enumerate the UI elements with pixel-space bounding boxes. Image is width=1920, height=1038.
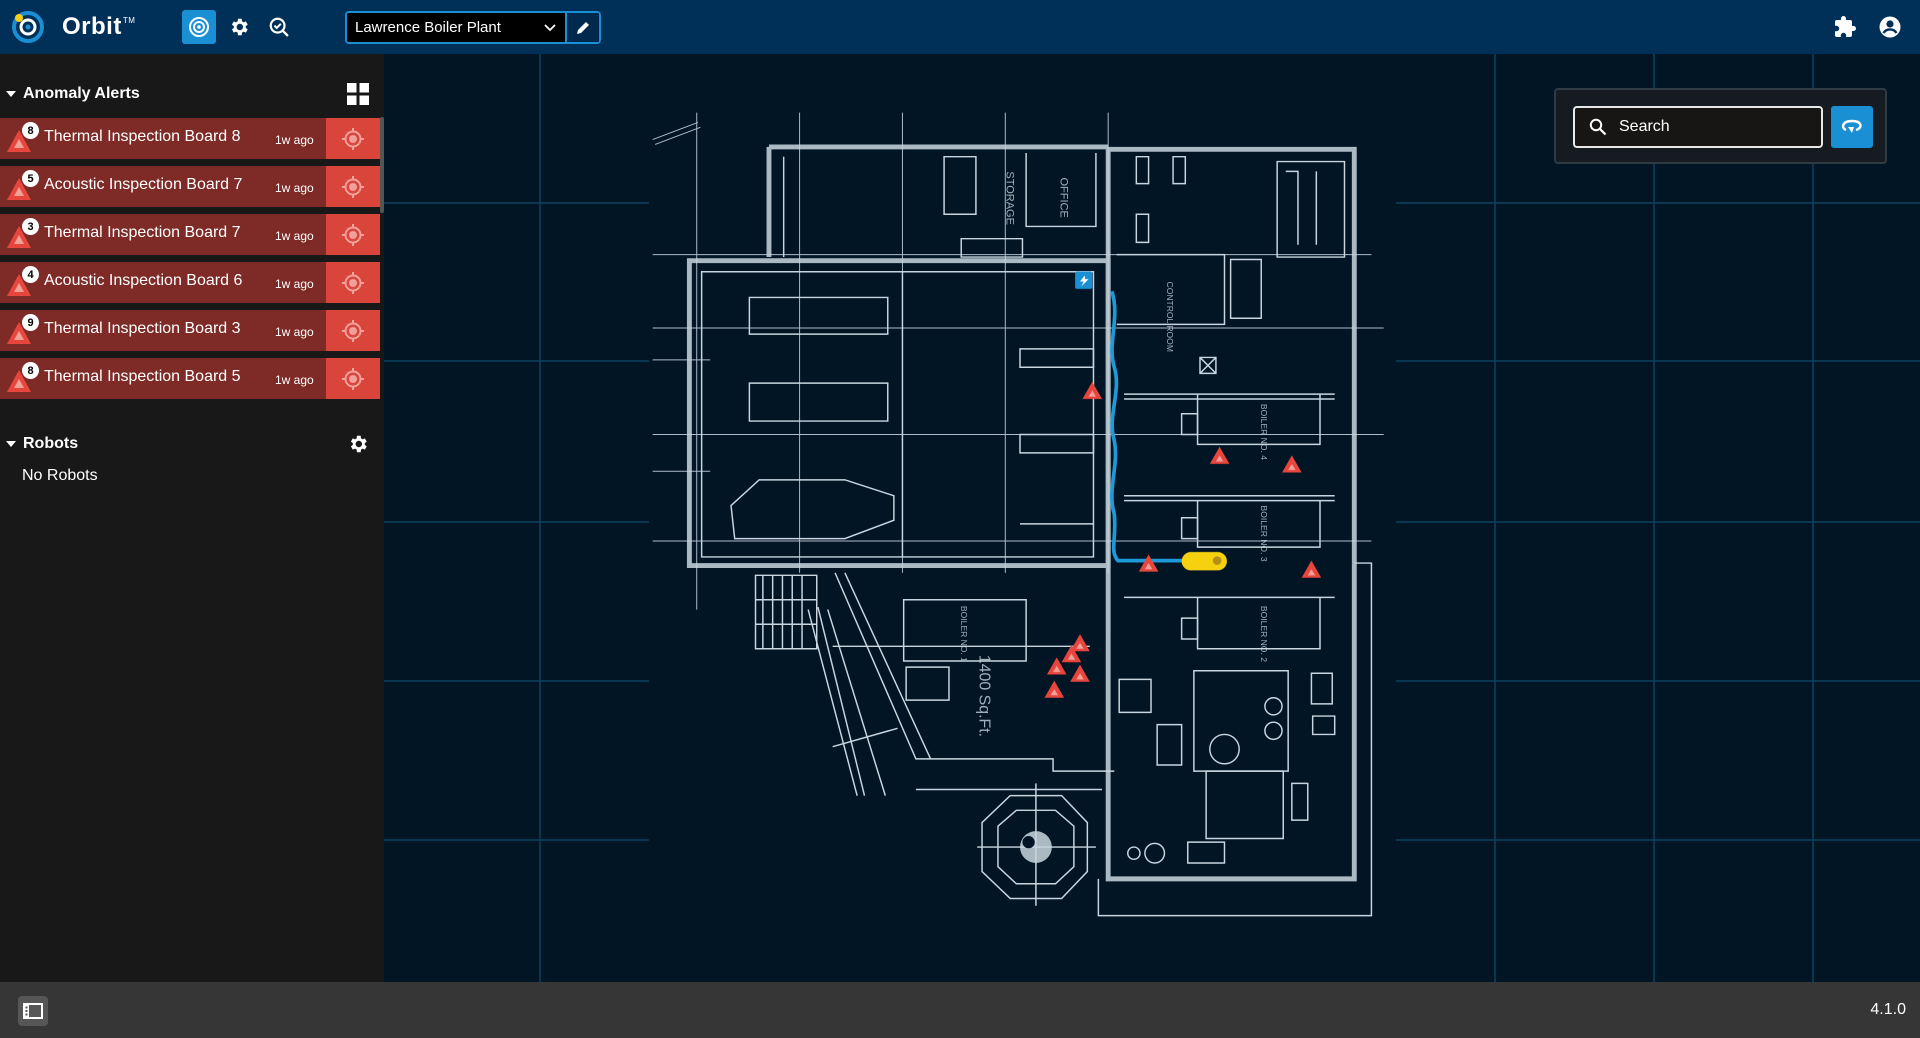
locate-alert-button[interactable] [326, 358, 380, 399]
map-search-panel [1554, 88, 1887, 164]
alert-count-badge: 9 [22, 314, 39, 331]
locate-alert-button[interactable] [326, 262, 380, 303]
alert-time: 1w ago [275, 325, 314, 339]
crosshair-icon [342, 175, 364, 198]
site-select[interactable]: Lawrence Boiler Plant [345, 11, 601, 44]
site-select-value[interactable]: Lawrence Boiler Plant [347, 13, 535, 42]
grid-view-icon [347, 83, 369, 105]
alert-name: Thermal Inspection Board 3 [44, 320, 241, 337]
alert-list-scrollbar[interactable] [380, 117, 384, 213]
alert-count-badge: 3 [22, 218, 39, 235]
puzzle-icon [1835, 16, 1856, 37]
chevron-down-icon[interactable] [535, 13, 565, 42]
map-grid [384, 54, 1920, 982]
orbit-logo-icon [12, 11, 44, 43]
alert-time: 1w ago [275, 181, 314, 195]
alert-count-badge: 4 [22, 266, 39, 283]
alert-time: 1w ago [275, 373, 314, 387]
robots-header[interactable]: Robots [0, 422, 384, 466]
caret-down-icon[interactable] [6, 91, 16, 97]
sidebar-toggle-icon [23, 1003, 43, 1019]
plugins-button[interactable] [1831, 13, 1859, 41]
search-icon [1589, 118, 1607, 136]
app-version: 4.1.0 [1870, 1001, 1906, 1018]
nav-map-view-button[interactable] [182, 10, 216, 44]
alert-count-badge: 8 [22, 122, 39, 139]
anomaly-alert-list: 8 Thermal Inspection Board 8 1w ago 5 Ac… [0, 118, 380, 406]
crosshair-icon [342, 271, 364, 294]
account-icon [1879, 16, 1901, 38]
anomaly-alert-item[interactable]: 9 Thermal Inspection Board 3 1w ago [0, 310, 380, 351]
grid-view-button[interactable] [346, 82, 370, 106]
recenter-icon [1841, 119, 1862, 133]
top-bar: OrbitTM Lawrence Boiler Plant [0, 0, 1920, 54]
orbit-target-icon [189, 17, 209, 37]
alert-time: 1w ago [275, 133, 314, 147]
locate-alert-button[interactable] [326, 166, 380, 207]
robots-title: Robots [23, 435, 79, 452]
crosshair-icon [342, 319, 364, 342]
sidebar-toggle-button[interactable] [18, 996, 48, 1026]
alert-name: Thermal Inspection Board 8 [44, 128, 241, 145]
anomaly-alert-item[interactable]: 3 Thermal Inspection Board 7 1w ago [0, 214, 380, 255]
robot-settings-button[interactable] [346, 432, 370, 456]
edit-site-button[interactable] [565, 13, 599, 42]
no-robots-text: No Robots [22, 467, 98, 484]
map-canvas[interactable] [384, 54, 1920, 982]
dock-station-icon[interactable] [1075, 271, 1093, 289]
pencil-icon [577, 21, 589, 34]
anomaly-alert-item[interactable]: 8 Thermal Inspection Board 8 1w ago [0, 118, 380, 159]
gear-icon [231, 18, 248, 36]
search-check-icon [269, 17, 289, 37]
footer-bar: 4.1.0 [0, 982, 1920, 1038]
crosshair-icon [342, 223, 364, 246]
alert-name: Acoustic Inspection Board 7 [44, 176, 243, 193]
alert-count-badge: 8 [22, 362, 39, 379]
alert-name: Acoustic Inspection Board 6 [44, 272, 243, 289]
sidebar: Anomaly Alerts 8 Thermal Inspection Boar… [0, 54, 384, 982]
gear-icon [350, 435, 367, 453]
account-button[interactable] [1876, 13, 1904, 41]
alert-name: Thermal Inspection Board 5 [44, 368, 241, 385]
nav-inspection-review-button[interactable] [262, 10, 296, 44]
locate-alert-button[interactable] [326, 118, 380, 159]
alert-time: 1w ago [275, 277, 314, 291]
search-input[interactable] [1619, 118, 1809, 136]
anomaly-alerts-title: Anomaly Alerts [23, 85, 140, 102]
search-box[interactable] [1573, 106, 1823, 148]
anomaly-alert-item[interactable]: 5 Acoustic Inspection Board 7 1w ago [0, 166, 380, 207]
crosshair-icon [342, 367, 364, 390]
alert-time: 1w ago [275, 229, 314, 243]
recenter-button[interactable] [1831, 106, 1873, 148]
crosshair-icon [342, 127, 364, 150]
robot-marker[interactable] [1181, 552, 1227, 571]
alert-name: Thermal Inspection Board 7 [44, 224, 241, 241]
anomaly-alert-item[interactable]: 8 Thermal Inspection Board 5 1w ago [0, 358, 380, 399]
alert-count-badge: 5 [22, 170, 39, 187]
anomaly-alerts-header[interactable]: Anomaly Alerts [0, 72, 384, 116]
nav-settings-button[interactable] [222, 10, 256, 44]
locate-alert-button[interactable] [326, 310, 380, 351]
caret-down-icon[interactable] [6, 441, 16, 447]
app-brand: OrbitTM [62, 13, 136, 40]
locate-alert-button[interactable] [326, 214, 380, 255]
anomaly-alert-item[interactable]: 4 Acoustic Inspection Board 6 1w ago [0, 262, 380, 303]
